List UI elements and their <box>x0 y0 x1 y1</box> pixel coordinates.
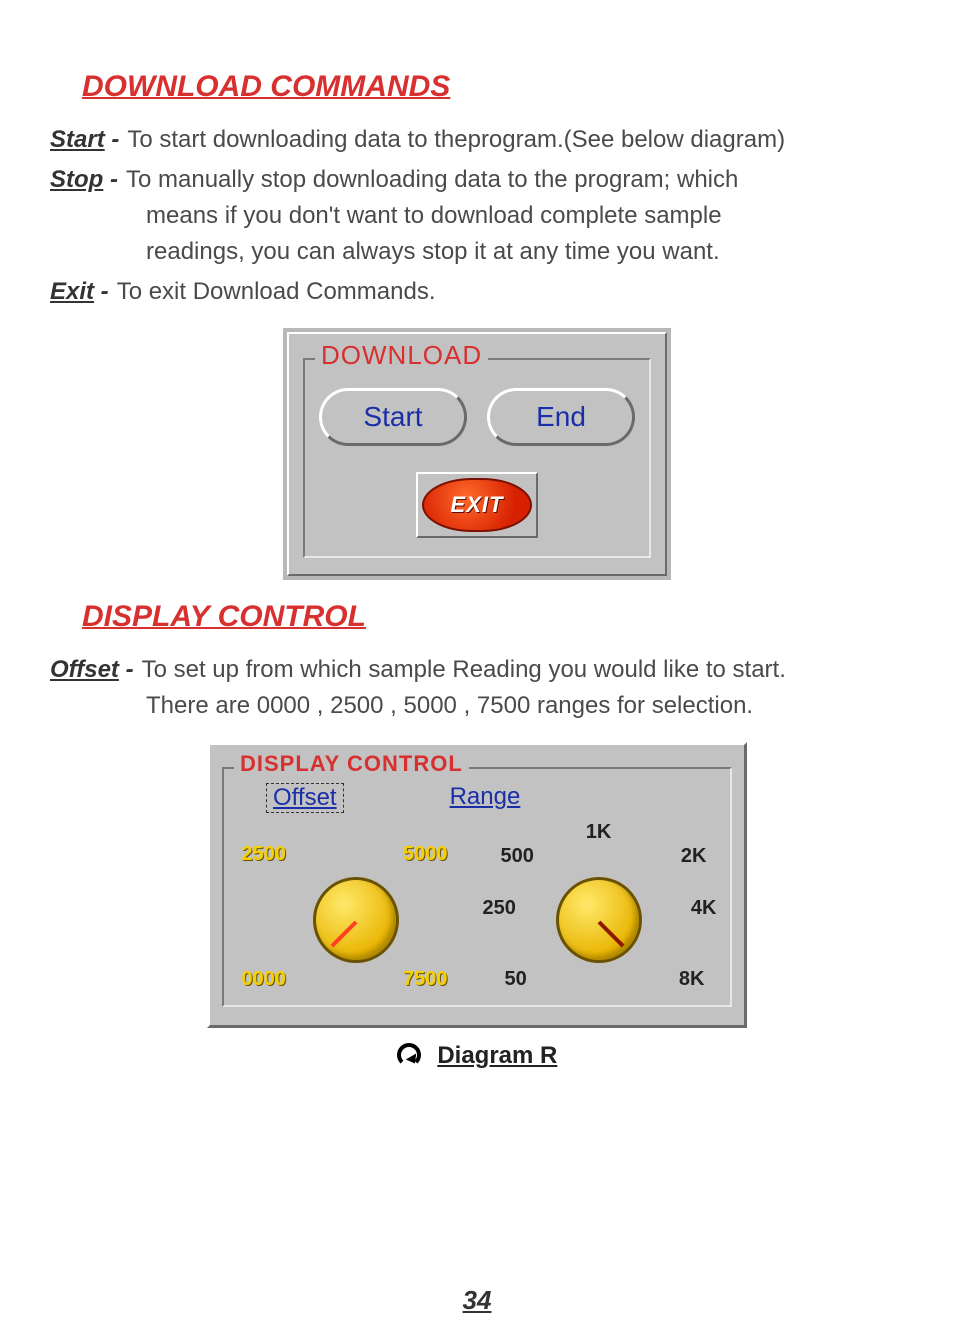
end-button[interactable]: End <box>487 388 635 446</box>
range-label-50: 50 <box>505 968 527 991</box>
offset-knob-area: 2500 5000 0000 7500 <box>236 825 476 995</box>
term-stop: Stop <box>50 166 103 193</box>
display-control-panel: DISPLAY CONTROL Offset Range 2500 5000 0… <box>207 742 747 1028</box>
offset-label-5000: 5000 <box>403 843 448 866</box>
section-title-download: DOWNLOAD COMMANDS <box>82 70 904 104</box>
range-label-500: 500 <box>501 845 534 868</box>
def-offset: Offset - To set up from which sample Rea… <box>50 652 904 724</box>
range-label-4k: 4K <box>691 897 717 920</box>
offset-knob[interactable] <box>313 877 399 963</box>
def-exit: Exit - To exit Download Commands. <box>50 274 904 310</box>
offset-label-0000: 0000 <box>242 968 287 991</box>
start-button[interactable]: Start <box>319 388 467 446</box>
range-label-250: 250 <box>483 897 516 920</box>
exit-button-label: EXIT <box>422 478 532 532</box>
term-offset: Offset <box>50 656 119 683</box>
range-knob-area: 1K 500 2K 250 4K 50 8K <box>479 825 719 995</box>
refresh-arrow-icon <box>397 1043 421 1067</box>
display-control-legend: DISPLAY CONTROL <box>234 751 469 777</box>
offset-label-7500: 7500 <box>403 968 448 991</box>
exit-button[interactable]: EXIT <box>416 472 538 538</box>
range-label-1k: 1K <box>586 821 612 844</box>
range-label-2k: 2K <box>681 845 707 868</box>
def-start: Start - To start downloading data to the… <box>50 122 904 158</box>
diagram-label: Diagram R <box>50 1042 904 1070</box>
tab-range[interactable]: Range <box>444 783 527 813</box>
download-legend: DOWNLOAD <box>315 340 488 371</box>
text-stop-l1: To manually stop downloading data to the… <box>118 162 738 198</box>
offset-label-2500: 2500 <box>242 843 287 866</box>
text-stop-l2: means if you don't want to download comp… <box>50 198 904 234</box>
term-exit: Exit <box>50 278 94 305</box>
text-start: To start downloading data to theprogram.… <box>119 122 785 158</box>
download-panel: DOWNLOAD Start End EXIT <box>283 328 671 580</box>
text-offset-l1: To set up from which sample Reading you … <box>134 652 786 688</box>
diagram-label-text: Diagram R <box>437 1042 557 1069</box>
tab-offset[interactable]: Offset <box>266 783 344 813</box>
term-start: Start <box>50 126 105 153</box>
section-title-display: DISPLAY CONTROL <box>82 600 904 634</box>
range-knob[interactable] <box>556 877 642 963</box>
text-stop-l3: readings, you can always stop it at any … <box>50 234 904 270</box>
page-number: 34 <box>0 1285 954 1316</box>
text-offset-l2: There are 0000 , 2500 , 5000 , 7500 rang… <box>50 688 904 724</box>
range-label-8k: 8K <box>679 968 705 991</box>
text-exit: To exit Download Commands. <box>109 274 436 310</box>
def-stop: Stop - To manually stop downloading data… <box>50 162 904 270</box>
